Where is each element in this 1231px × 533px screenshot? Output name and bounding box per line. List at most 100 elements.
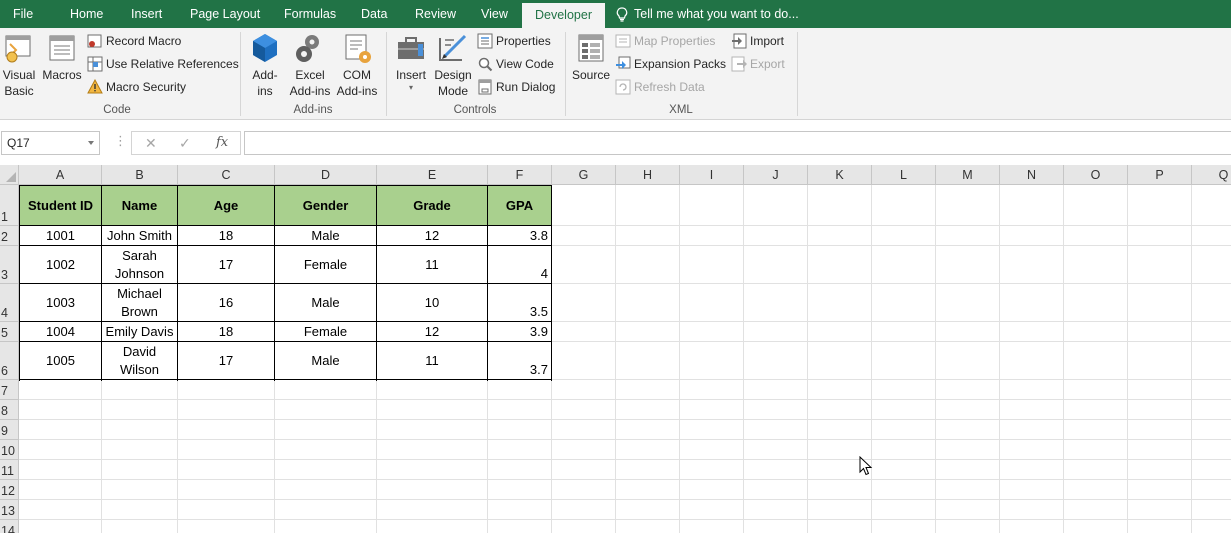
column-header-d[interactable]: D xyxy=(275,165,377,185)
cell-age[interactable]: 16 xyxy=(178,284,274,321)
column-header-k[interactable]: K xyxy=(808,165,872,185)
cancel-icon[interactable]: ✕ xyxy=(145,135,157,152)
header-gender[interactable]: Gender xyxy=(275,186,376,225)
cell-gpa[interactable]: 3.7 xyxy=(488,362,551,377)
use-relative-references-button[interactable]: Use Relative References xyxy=(87,54,239,74)
column-header-g[interactable]: G xyxy=(552,165,616,185)
cell-age[interactable]: 18 xyxy=(178,322,274,341)
map-properties-button[interactable]: Map Properties xyxy=(615,31,715,51)
tell-me-search[interactable]: Tell me what you want to do... xyxy=(616,0,799,28)
cell-gender[interactable]: Male xyxy=(275,342,376,379)
design-mode-button[interactable]: Design Mode xyxy=(433,30,473,99)
header-gpa[interactable]: GPA xyxy=(488,186,551,225)
cell-student-id[interactable]: 1005 xyxy=(20,342,101,379)
cell-grade[interactable]: 12 xyxy=(377,226,487,245)
cell-gpa[interactable]: 3.5 xyxy=(488,304,551,319)
import-button[interactable]: Import xyxy=(731,31,784,51)
row-header-13[interactable]: 13 xyxy=(0,500,19,520)
record-macro-button[interactable]: Record Macro xyxy=(87,31,181,51)
cell-student-id[interactable]: 1001 xyxy=(20,226,101,245)
cell-student-id[interactable]: 1003 xyxy=(20,284,101,321)
cell-name[interactable]: John Smith xyxy=(102,226,177,245)
cell-name[interactable]: Michael Brown xyxy=(102,284,177,321)
header-name[interactable]: Name xyxy=(102,186,177,225)
header-age[interactable]: Age xyxy=(178,186,274,225)
export-button[interactable]: Export xyxy=(731,54,785,74)
row-header-6[interactable]: 6 xyxy=(0,342,19,380)
tab-insert[interactable]: Insert xyxy=(131,0,162,28)
macro-security-button[interactable]: Macro Security xyxy=(87,77,186,97)
tab-review[interactable]: Review xyxy=(415,0,456,28)
cell-gender[interactable]: Female xyxy=(275,246,376,283)
cell-grade[interactable]: 11 xyxy=(377,342,487,379)
header-grade[interactable]: Grade xyxy=(377,186,487,225)
chevron-down-icon[interactable] xyxy=(88,141,94,145)
cell-gender[interactable]: Male xyxy=(275,226,376,245)
cell-name[interactable]: Emily Davis xyxy=(102,322,177,341)
excel-add-ins-button[interactable]: Excel Add-ins xyxy=(288,30,332,99)
column-header-o[interactable]: O xyxy=(1064,165,1128,185)
macros-button[interactable]: Macros xyxy=(41,30,83,83)
row-header-14[interactable]: 14 xyxy=(0,520,19,533)
cell-gpa[interactable]: 3.9 xyxy=(488,324,551,339)
column-header-n[interactable]: N xyxy=(1000,165,1064,185)
row-header-4[interactable]: 4 xyxy=(0,284,19,322)
cell-age[interactable]: 17 xyxy=(178,342,274,379)
cell-grade[interactable]: 10 xyxy=(377,284,487,321)
com-add-ins-button[interactable]: COM Add-ins xyxy=(335,30,379,99)
worksheet-grid[interactable]: A B C D E F G H I J K L M N O P Q 1 2 3 … xyxy=(0,165,1231,533)
tab-data[interactable]: Data xyxy=(361,0,387,28)
column-header-f[interactable]: F xyxy=(488,165,552,185)
row-header-11[interactable]: 11 xyxy=(0,460,19,480)
row-header-5[interactable]: 5 xyxy=(0,322,19,342)
column-header-p[interactable]: P xyxy=(1128,165,1192,185)
column-header-a[interactable]: A xyxy=(19,165,102,185)
cell-student-id[interactable]: 1002 xyxy=(20,246,101,283)
column-header-e[interactable]: E xyxy=(377,165,488,185)
tab-formulas[interactable]: Formulas xyxy=(284,0,336,28)
expansion-packs-button[interactable]: Expansion Packs xyxy=(615,54,726,74)
row-header-12[interactable]: 12 xyxy=(0,480,19,500)
cell-grade[interactable]: 11 xyxy=(377,246,487,283)
row-header-8[interactable]: 8 xyxy=(0,400,19,420)
select-all-button[interactable] xyxy=(0,165,19,185)
column-header-h[interactable]: H xyxy=(616,165,680,185)
tab-view[interactable]: View xyxy=(481,0,508,28)
cell-age[interactable]: 17 xyxy=(178,246,274,283)
row-header-1[interactable]: 1 xyxy=(0,185,19,226)
cell-gpa[interactable]: 4 xyxy=(488,266,551,281)
cell-grade[interactable]: 12 xyxy=(377,322,487,341)
visual-basic-button[interactable]: Visual Basic xyxy=(1,30,37,99)
cell-age[interactable]: 18 xyxy=(178,226,274,245)
tab-home[interactable]: Home xyxy=(70,0,103,28)
row-header-7[interactable]: 7 xyxy=(0,380,19,400)
cell-name[interactable]: David Wilson xyxy=(102,342,177,379)
cell-name[interactable]: Sarah Johnson xyxy=(102,246,177,283)
xml-source-button[interactable]: Source xyxy=(571,30,611,83)
row-header-9[interactable]: 9 xyxy=(0,420,19,440)
formula-bar-resize-handle[interactable]: ⋮ xyxy=(114,133,127,149)
cell-gender[interactable]: Female xyxy=(275,322,376,341)
column-header-m[interactable]: M xyxy=(936,165,1000,185)
insert-control-button[interactable]: Insert ▾ xyxy=(393,30,429,93)
column-header-q[interactable]: Q xyxy=(1192,165,1231,185)
formula-input[interactable] xyxy=(244,131,1231,155)
view-code-button[interactable]: View Code xyxy=(477,54,554,74)
column-header-b[interactable]: B xyxy=(102,165,178,185)
column-header-i[interactable]: I xyxy=(680,165,744,185)
tab-file[interactable]: File xyxy=(13,0,33,28)
run-dialog-button[interactable]: Run Dialog xyxy=(477,77,555,97)
cell-student-id[interactable]: 1004 xyxy=(20,322,101,341)
tab-developer[interactable]: Developer xyxy=(522,3,605,28)
properties-button[interactable]: Properties xyxy=(477,31,551,51)
row-header-3[interactable]: 3 xyxy=(0,246,19,284)
column-header-c[interactable]: C xyxy=(178,165,275,185)
header-student-id[interactable]: Student ID xyxy=(20,186,101,225)
insert-function-button[interactable]: fx xyxy=(216,135,228,150)
row-header-2[interactable]: 2 xyxy=(0,226,19,246)
name-box[interactable]: Q17 xyxy=(1,131,100,155)
cell-gpa[interactable]: 3.8 xyxy=(488,228,551,243)
refresh-data-button[interactable]: Refresh Data xyxy=(615,77,705,97)
enter-icon[interactable]: ✓ xyxy=(179,135,191,152)
column-header-j[interactable]: J xyxy=(744,165,808,185)
